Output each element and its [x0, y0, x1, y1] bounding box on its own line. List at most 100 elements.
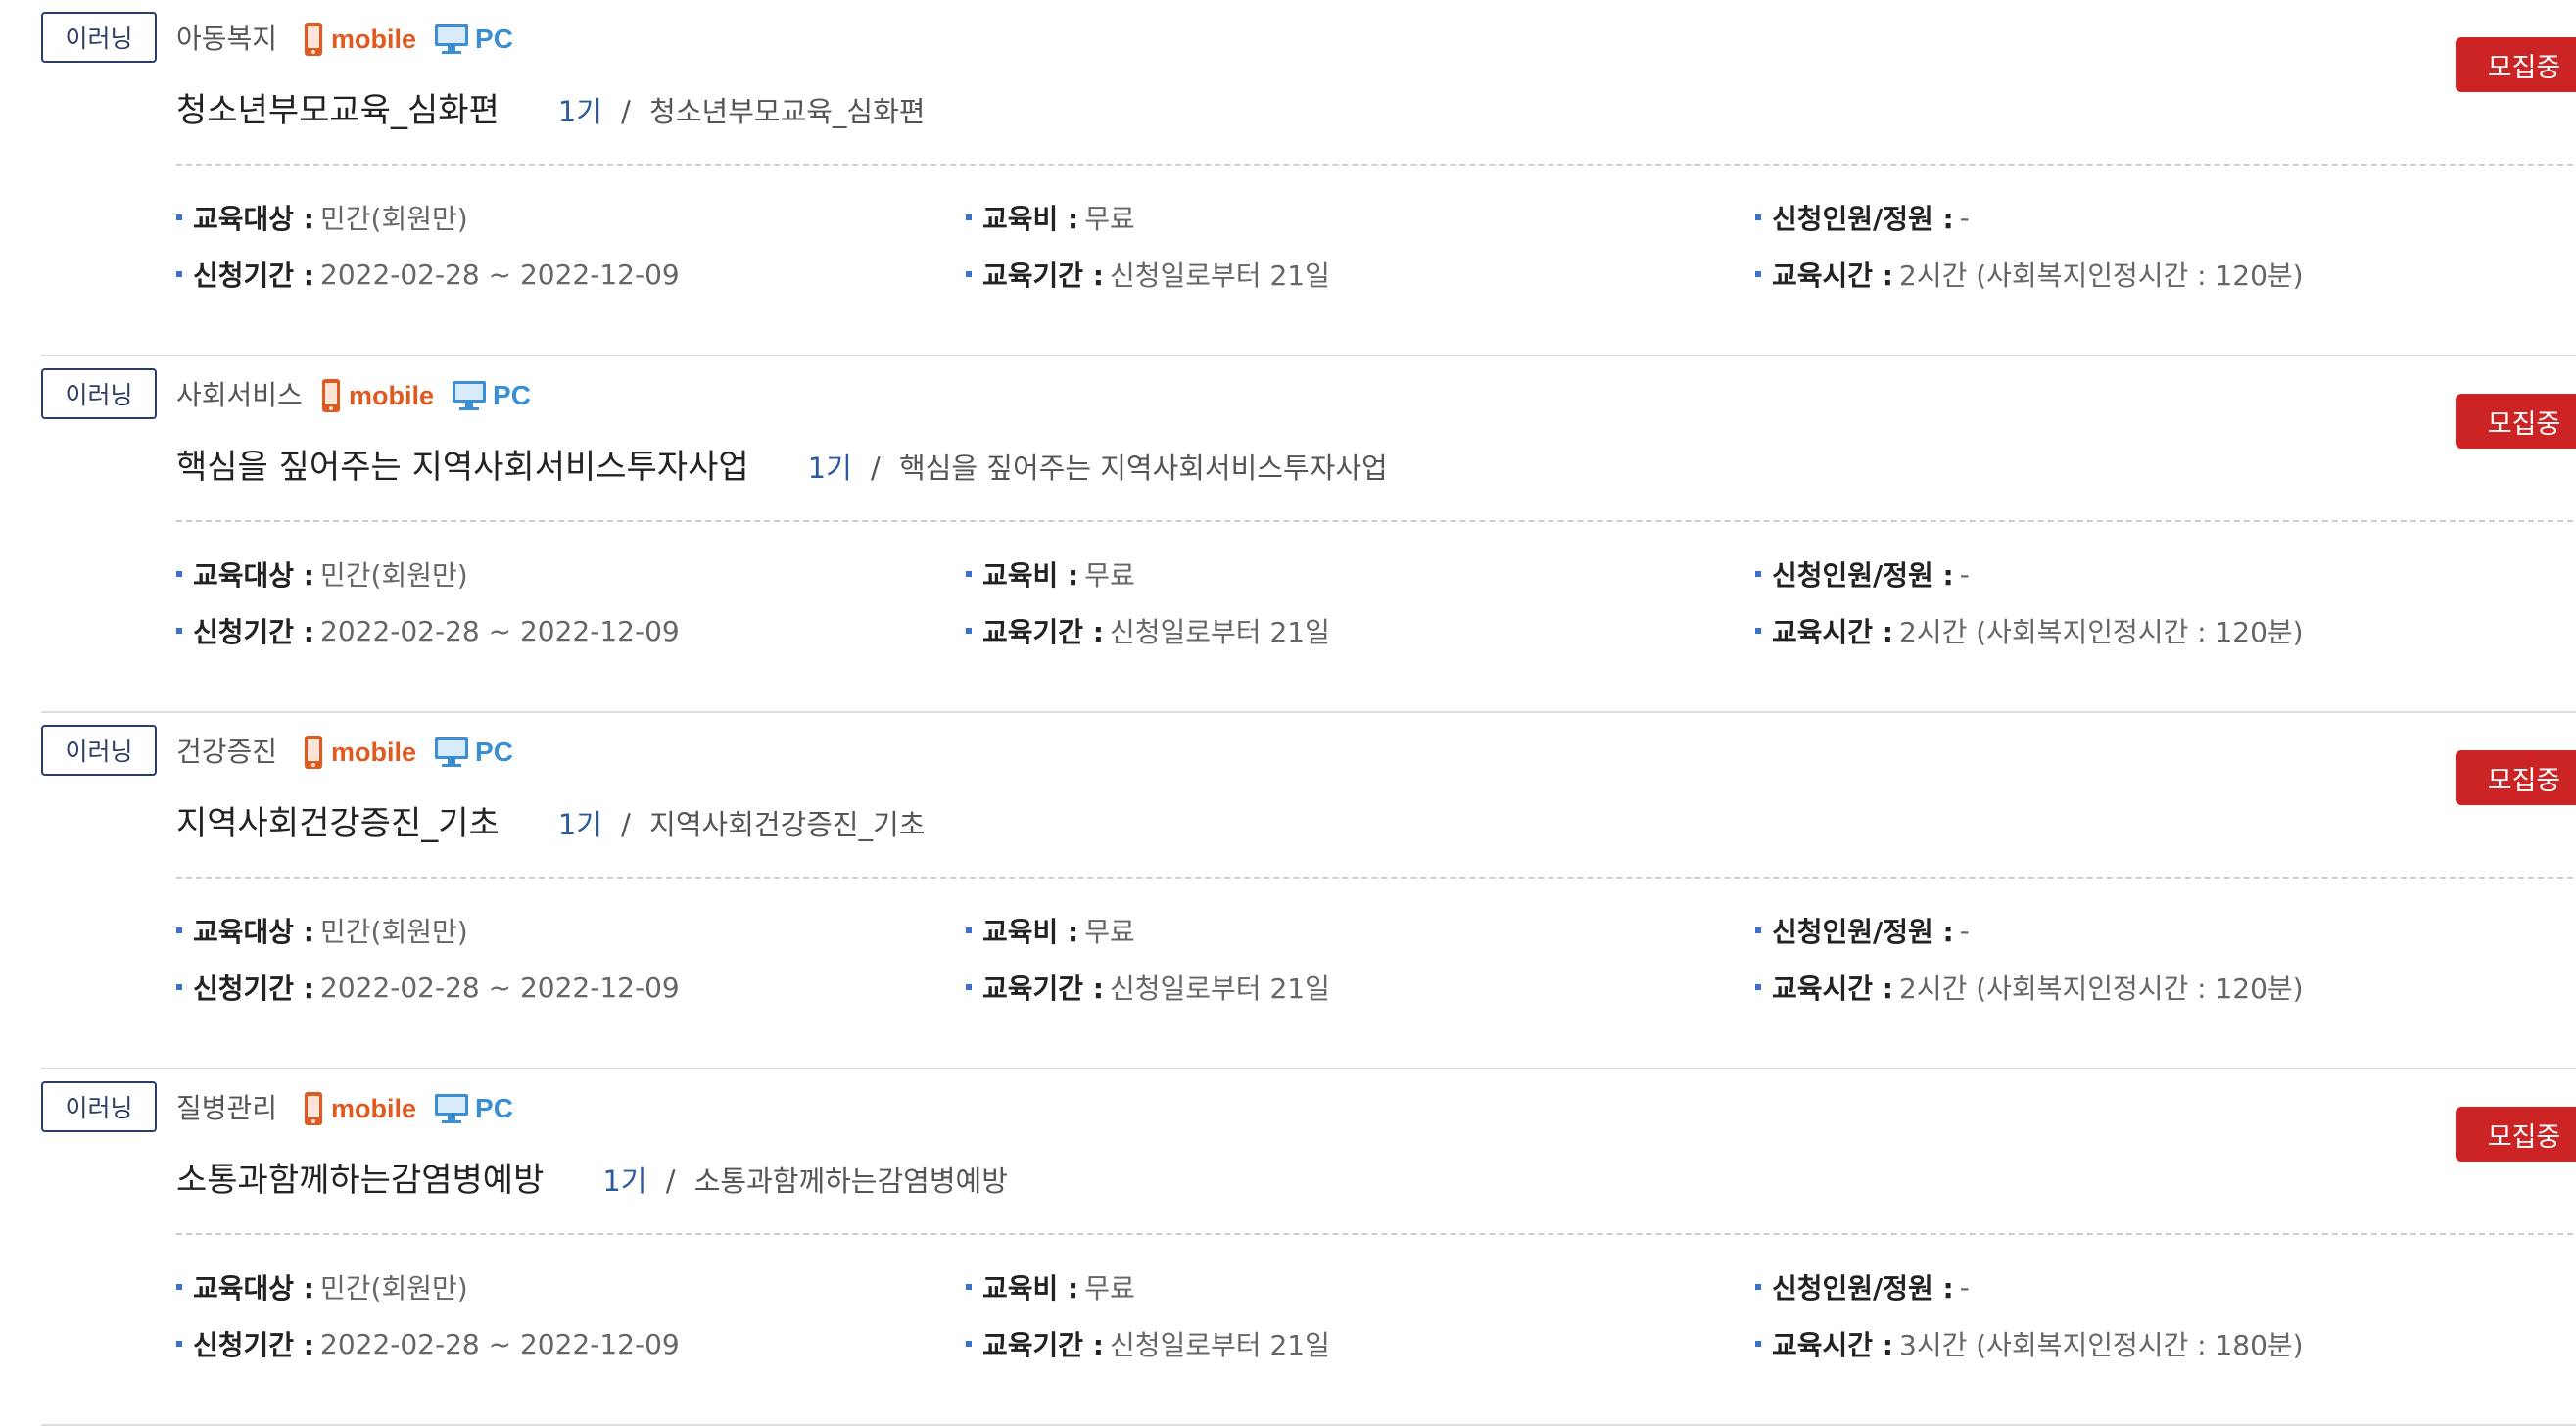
info-value: 2022-02-28 ~ 2022-12-09 — [320, 614, 680, 647]
pc-label: PC — [475, 737, 513, 767]
info-value: 신청일로부터 21일 — [1110, 260, 1330, 292]
term-title: 소통과함께하는감염병예방 — [693, 1165, 1008, 1198]
info-hours: 교육시간 : 2시간 (사회복지인정시간 : 120분) — [1755, 968, 2304, 1007]
info-label: 교육기간 : — [982, 973, 1104, 1005]
term-info: 1기 / 청소년부모교육_심화편 — [558, 89, 926, 130]
info-label: 교육시간 : — [1772, 973, 1893, 1005]
term-number: 1기 — [602, 1165, 647, 1198]
bullet-icon — [1755, 1341, 1761, 1347]
bullet-icon — [1755, 1284, 1761, 1290]
info-row: 교육대상 : 민간(회원만) 교육비 : 무료 신청인원/정원 : - — [176, 911, 2576, 954]
info-label: 교육기간 : — [982, 616, 1104, 648]
info-applicants: 신청인원/정원 : - — [1755, 1267, 1970, 1307]
platform-badges: mobile PC — [304, 22, 513, 57]
mobile-badge: mobile — [304, 22, 416, 57]
info-value: - — [1959, 557, 1970, 591]
mobile-label: mobile — [331, 24, 417, 54]
mobile-phone-icon — [305, 23, 322, 56]
desktop-monitor-icon — [453, 381, 487, 410]
category-label: 건강증진 — [176, 736, 278, 768]
info-value: 민간(회원만) — [320, 203, 468, 235]
course-title-link[interactable]: 지역사회건강증진_기초 — [176, 796, 500, 844]
info-value: 2시간 (사회복지인정시간 : 120분) — [1899, 616, 2304, 648]
info-value: 민간(회원만) — [320, 559, 468, 592]
dashed-divider — [176, 877, 2576, 879]
term-separator: / — [621, 808, 631, 841]
recruiting-status-button[interactable]: 모집중 — [2456, 1107, 2576, 1162]
info-period: 신청기간 : 2022-02-28 ~ 2022-12-09 — [176, 1324, 680, 1363]
info-period: 신청기간 : 2022-02-28 ~ 2022-12-09 — [176, 968, 680, 1007]
info-duration: 교육기간 : 신청일로부터 21일 — [966, 1324, 1330, 1363]
info-label: 교육대상 : — [193, 1272, 314, 1305]
info-value: 무료 — [1084, 559, 1135, 592]
info-label: 교육비 : — [982, 203, 1079, 235]
bullet-icon — [1755, 571, 1761, 577]
desktop-monitor-icon — [435, 1094, 469, 1123]
info-row: 신청기간 : 2022-02-28 ~ 2022-12-09 교육기간 : 신청… — [176, 968, 2576, 1011]
info-target: 교육대상 : 민간(회원만) — [176, 1267, 468, 1307]
term-separator: / — [621, 95, 631, 128]
platform-badges: mobile PC — [321, 378, 531, 413]
mobile-label: mobile — [331, 737, 417, 767]
info-label: 교육비 : — [982, 1272, 1079, 1305]
mobile-label: mobile — [331, 1093, 417, 1123]
recruiting-status-button[interactable]: 모집중 — [2456, 394, 2576, 449]
term-separator: / — [665, 1165, 676, 1198]
mobile-phone-icon — [305, 1092, 322, 1125]
title-row: 소통과함께하는감염병예방 1기 / 소통과함께하는감염병예방 — [176, 1153, 1008, 1201]
info-value: 무료 — [1084, 916, 1135, 948]
info-label: 신청인원/정원 : — [1772, 203, 1954, 235]
title-row: 청소년부모교육_심화편 1기 / 청소년부모교육_심화편 — [176, 83, 925, 131]
bullet-icon — [966, 1284, 972, 1290]
info-label: 교육시간 : — [1772, 260, 1893, 292]
info-label: 교육대상 : — [193, 203, 314, 235]
bullet-icon — [176, 271, 182, 277]
bullet-icon — [1755, 984, 1761, 990]
info-label: 신청기간 : — [193, 616, 314, 648]
recruiting-status-button[interactable]: 모집중 — [2456, 750, 2576, 805]
term-info: 1기 / 소통과함께하는감염병예방 — [602, 1159, 1008, 1200]
term-separator: / — [871, 452, 881, 485]
course-item: 이러닝 아동복지 mobile PC 모집중 청소년부모교육_심화편 1기 / … — [41, 0, 2576, 356]
desktop-monitor-icon — [435, 24, 469, 54]
type-badge: 이러닝 — [41, 12, 157, 63]
info-fee: 교육비 : 무료 — [966, 911, 1135, 950]
info-label: 교육시간 : — [1772, 1329, 1893, 1361]
info-value: 2022-02-28 ~ 2022-12-09 — [320, 971, 680, 1004]
info-fee: 교육비 : 무료 — [966, 198, 1135, 237]
mobile-badge: mobile — [304, 1091, 416, 1126]
category-label: 아동복지 — [176, 23, 278, 55]
course-title-link[interactable]: 청소년부모교육_심화편 — [176, 83, 500, 131]
course-title-link[interactable]: 핵심을 짚어주는 지역사회서비스투자사업 — [176, 440, 749, 488]
info-label: 신청기간 : — [193, 973, 314, 1005]
term-title: 지역사회건강증진_기초 — [649, 808, 926, 841]
info-value: 2시간 (사회복지인정시간 : 120분) — [1899, 973, 2304, 1005]
info-value: 신청일로부터 21일 — [1110, 1329, 1330, 1361]
bullet-icon — [1755, 271, 1761, 277]
term-info: 1기 / 지역사회건강증진_기초 — [558, 802, 926, 843]
info-label: 신청인원/정원 : — [1772, 559, 1954, 592]
term-number: 1기 — [807, 452, 852, 485]
course-item: 이러닝 건강증진 mobile PC 모집중 지역사회건강증진_기초 1기 / … — [41, 713, 2576, 1070]
pc-label: PC — [493, 380, 531, 410]
bullet-icon — [176, 628, 182, 634]
course-title-link[interactable]: 소통과함께하는감염병예방 — [176, 1153, 544, 1201]
info-period: 신청기간 : 2022-02-28 ~ 2022-12-09 — [176, 255, 680, 294]
pc-badge: PC — [434, 24, 513, 55]
info-value: - — [1959, 1270, 1970, 1304]
info-value: 무료 — [1084, 1272, 1135, 1305]
info-value: - — [1959, 201, 1970, 234]
info-duration: 교육기간 : 신청일로부터 21일 — [966, 611, 1330, 650]
info-label: 신청기간 : — [193, 260, 314, 292]
bullet-icon — [966, 628, 972, 634]
dashed-divider — [176, 164, 2576, 166]
category-label: 사회서비스 — [176, 379, 303, 411]
recruiting-status-button[interactable]: 모집중 — [2456, 37, 2576, 92]
info-row: 신청기간 : 2022-02-28 ~ 2022-12-09 교육기간 : 신청… — [176, 611, 2576, 654]
term-number: 1기 — [557, 95, 602, 128]
mobile-phone-icon — [305, 736, 322, 769]
type-badge: 이러닝 — [41, 1081, 157, 1132]
type-badge: 이러닝 — [41, 725, 157, 776]
info-period: 신청기간 : 2022-02-28 ~ 2022-12-09 — [176, 611, 680, 650]
info-label: 교육대상 : — [193, 916, 314, 948]
